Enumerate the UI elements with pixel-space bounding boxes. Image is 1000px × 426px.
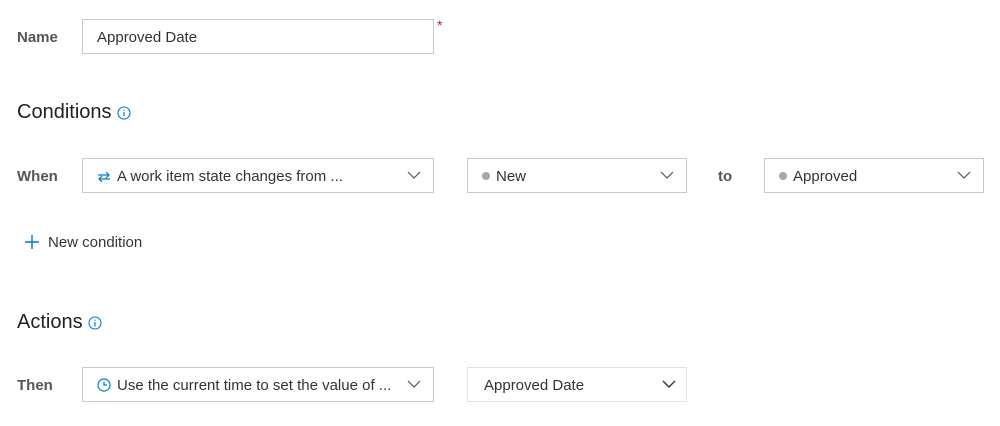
to-state-dropdown[interactable]: Approved	[764, 158, 984, 193]
chevron-down-icon	[407, 171, 421, 179]
field-dropdown-value: Approved Date	[484, 377, 585, 394]
action-dropdown-value: Use the current time to set the value of…	[117, 377, 392, 394]
when-label: When	[17, 168, 58, 185]
actions-title: Actions	[17, 311, 83, 333]
from-state-content: New	[482, 168, 526, 185]
chevron-down-icon	[660, 171, 674, 179]
from-state-dropdown[interactable]: New	[467, 158, 687, 193]
to-label: to	[718, 168, 733, 185]
field-dropdown[interactable]: Approved Date	[467, 367, 687, 402]
to-state-value: Approved	[793, 168, 858, 185]
state-dot	[779, 172, 787, 180]
actions-heading: Actions	[17, 311, 102, 334]
new-condition-button[interactable]: New condition	[24, 234, 142, 251]
conditions-heading: Conditions	[17, 101, 131, 124]
required-marker: *	[437, 17, 443, 33]
name-label: Name	[17, 29, 58, 46]
conditions-title: Conditions	[17, 101, 112, 123]
chevron-down-icon	[957, 171, 971, 179]
plus-icon	[25, 235, 39, 249]
from-state-value: New	[496, 168, 527, 185]
trigger-dropdown-content: A work item state changes from ...	[97, 168, 343, 185]
state-dot	[482, 172, 490, 180]
name-input[interactable]: Approved Date	[82, 19, 434, 54]
then-label: Then	[17, 377, 53, 394]
info-icon[interactable]	[88, 316, 102, 330]
name-input-value[interactable]: Approved Date	[97, 29, 197, 46]
clock-icon	[97, 378, 111, 392]
trigger-dropdown-value: A work item state changes from ...	[117, 168, 343, 185]
info-icon[interactable]	[117, 106, 131, 120]
action-dropdown[interactable]: Use the current time to set the value of…	[82, 367, 434, 402]
trigger-dropdown[interactable]: A work item state changes from ...	[82, 158, 434, 193]
new-condition-label: New condition	[48, 234, 143, 251]
chevron-down-icon	[662, 380, 676, 388]
action-dropdown-content: Use the current time to set the value of…	[97, 377, 391, 394]
to-state-content: Approved	[779, 168, 857, 185]
chevron-down-icon	[407, 380, 421, 388]
swap-arrows-icon	[98, 171, 110, 183]
